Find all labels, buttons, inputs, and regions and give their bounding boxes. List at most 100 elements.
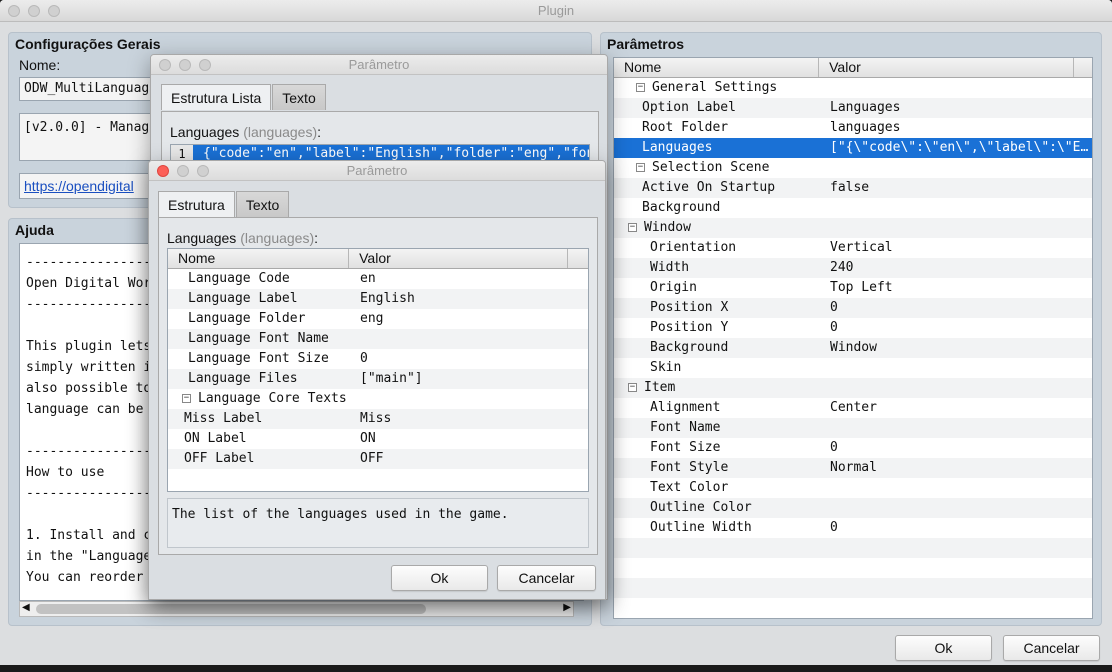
parameter-row-value — [820, 558, 1092, 578]
parameter-row[interactable]: Font Style Normal — [614, 458, 1092, 478]
dialog2-zoom-icon[interactable] — [197, 165, 209, 177]
parameter-row[interactable]: Option Label Languages — [614, 98, 1092, 118]
collapse-toggle-icon[interactable]: − — [628, 223, 637, 232]
struct-row[interactable] — [168, 469, 588, 489]
parameter-row-name: Position Y — [650, 320, 729, 335]
struct-row-value: Miss — [360, 411, 392, 426]
parameter-row[interactable]: Languages ["{\"code\":\"en\",\"label\":\"… — [614, 138, 1092, 158]
parameter-row-value: Top Left — [830, 280, 893, 295]
struct-row-name: Language Code — [188, 271, 290, 286]
parameter-row[interactable]: Position Y 0 — [614, 318, 1092, 338]
parameter-row-value — [820, 358, 1092, 378]
parameters-tree[interactable]: Nome Valor − General Settings Option Label… — [613, 57, 1093, 619]
dialog1-close-icon[interactable] — [159, 59, 171, 71]
dialog2-ok-button[interactable]: Ok — [391, 565, 488, 591]
tab-structure-list[interactable]: Estrutura Lista — [161, 84, 272, 110]
struct-row-value — [350, 329, 588, 349]
parameter-row[interactable]: Width 240 — [614, 258, 1092, 278]
main-ok-button[interactable]: Ok — [895, 635, 992, 661]
struct-row[interactable]: Language Font Size 0 — [168, 349, 588, 369]
parameter-row[interactable]: Position X 0 — [614, 298, 1092, 318]
parameter-row-name: Text Color — [650, 480, 729, 495]
parameter-row[interactable]: Background Window — [614, 338, 1092, 358]
scroll-right-icon[interactable]: ▶ — [563, 602, 571, 613]
window-title: Plugin — [537, 3, 575, 18]
dialog2-close-icon[interactable] — [157, 165, 169, 177]
parameter-row[interactable]: Orientation Vertical — [614, 238, 1092, 258]
parameter-row[interactable]: Origin Top Left — [614, 278, 1092, 298]
parameters-col-name[interactable]: Nome — [614, 58, 820, 77]
struct-row[interactable]: Language Folder eng — [168, 309, 588, 329]
parameter-row-value: Vertical — [830, 240, 893, 255]
parameter-row-value: Languages — [830, 100, 901, 115]
struct-row-value — [350, 469, 588, 489]
parameter-row-name: General Settings — [652, 80, 778, 95]
parameter-row-name: Font Name — [650, 420, 721, 435]
dialog1-zoom-icon[interactable] — [199, 59, 211, 71]
window-controls — [8, 5, 60, 17]
parameter-row[interactable]: Alignment Center — [614, 398, 1092, 418]
parameter-row-value: Center — [830, 400, 877, 415]
parameter-row[interactable]: Background — [614, 198, 1092, 218]
dialog2-cancel-button[interactable]: Cancelar — [497, 565, 596, 591]
struct-row[interactable]: Language Files ["main"] — [168, 369, 588, 389]
tab-text-2[interactable]: Texto — [235, 191, 290, 217]
parameter-row[interactable]: Root Folder languages — [614, 118, 1092, 138]
parameter-row[interactable]: − Selection Scene — [614, 158, 1092, 178]
tab-structure[interactable]: Estrutura — [158, 191, 235, 217]
parameter-row[interactable]: Font Name — [614, 418, 1092, 438]
parameter-row-name: Outline Width — [650, 520, 752, 535]
struct-row-name: Language Font Name — [188, 331, 329, 346]
minimize-window-icon[interactable] — [28, 5, 40, 17]
parameter-row-value: Normal — [830, 460, 877, 475]
parameter-row-value: 0 — [830, 300, 838, 315]
struct-row[interactable]: Miss Label Miss — [168, 409, 588, 429]
parameters-title: Parâmetros — [607, 36, 685, 52]
struct-row[interactable]: Language Code en — [168, 269, 588, 289]
struct-row[interactable]: ON Label ON — [168, 429, 588, 449]
parameter-row[interactable]: − General Settings — [614, 78, 1092, 98]
parameter-row-name: Orientation — [650, 240, 737, 255]
parameter-row[interactable]: − Window — [614, 218, 1092, 238]
parameter-row[interactable] — [614, 558, 1092, 578]
parameter-row-name: Outline Color — [650, 500, 752, 515]
parameter-row[interactable] — [614, 578, 1092, 598]
collapse-toggle-icon[interactable]: − — [182, 394, 191, 403]
struct-row[interactable]: OFF Label OFF — [168, 449, 588, 469]
struct-row[interactable]: Language Font Name — [168, 329, 588, 349]
main-cancel-button[interactable]: Cancelar — [1003, 635, 1100, 661]
struct-col-value[interactable]: Valor — [349, 249, 569, 268]
parameter-row[interactable] — [614, 538, 1092, 558]
struct-col-name[interactable]: Nome — [168, 249, 350, 268]
struct-row-name: Language Core Texts — [198, 391, 347, 406]
struct-tree[interactable]: Nome Valor Language Code en Language Label… — [167, 248, 589, 492]
parameter-row[interactable]: Outline Width 0 — [614, 518, 1092, 538]
collapse-toggle-icon[interactable]: − — [636, 83, 645, 92]
scroll-left-icon[interactable]: ◀ — [22, 602, 30, 613]
parameters-panel: Parâmetros Nome Valor − General Settings O… — [600, 32, 1102, 626]
help-horizontal-scrollbar[interactable]: ◀ ▶ — [19, 601, 574, 617]
struct-row-value: eng — [360, 311, 384, 326]
plugin-url-link[interactable]: https://opendigital — [24, 178, 134, 194]
struct-row[interactable]: Language Label English — [168, 289, 588, 309]
dialog2-minimize-icon[interactable] — [177, 165, 189, 177]
parameter-row-name: Width — [650, 260, 690, 275]
parameter-row[interactable]: Text Color — [614, 478, 1092, 498]
collapse-toggle-icon[interactable]: − — [636, 163, 645, 172]
parameter-row[interactable]: Skin — [614, 358, 1092, 378]
parameter-row[interactable]: Active On Startup false — [614, 178, 1092, 198]
parameter-row[interactable]: Outline Color — [614, 498, 1092, 518]
tab-text[interactable]: Texto — [272, 84, 326, 110]
dialog1-minimize-icon[interactable] — [179, 59, 191, 71]
zoom-window-icon[interactable] — [48, 5, 60, 17]
collapse-toggle-icon[interactable]: − — [628, 383, 637, 392]
parameter-row[interactable]: Font Size 0 — [614, 438, 1092, 458]
parameter-row-value: 0 — [830, 440, 838, 455]
parameters-col-value[interactable]: Valor — [819, 58, 1075, 77]
general-settings-title: Configurações Gerais — [15, 36, 161, 52]
struct-row[interactable]: − Language Core Texts — [168, 389, 588, 409]
help-scroll-thumb[interactable] — [36, 604, 426, 614]
parameter-row[interactable]: − Item — [614, 378, 1092, 398]
parameter-row-value — [820, 418, 1092, 438]
close-window-icon[interactable] — [8, 5, 20, 17]
